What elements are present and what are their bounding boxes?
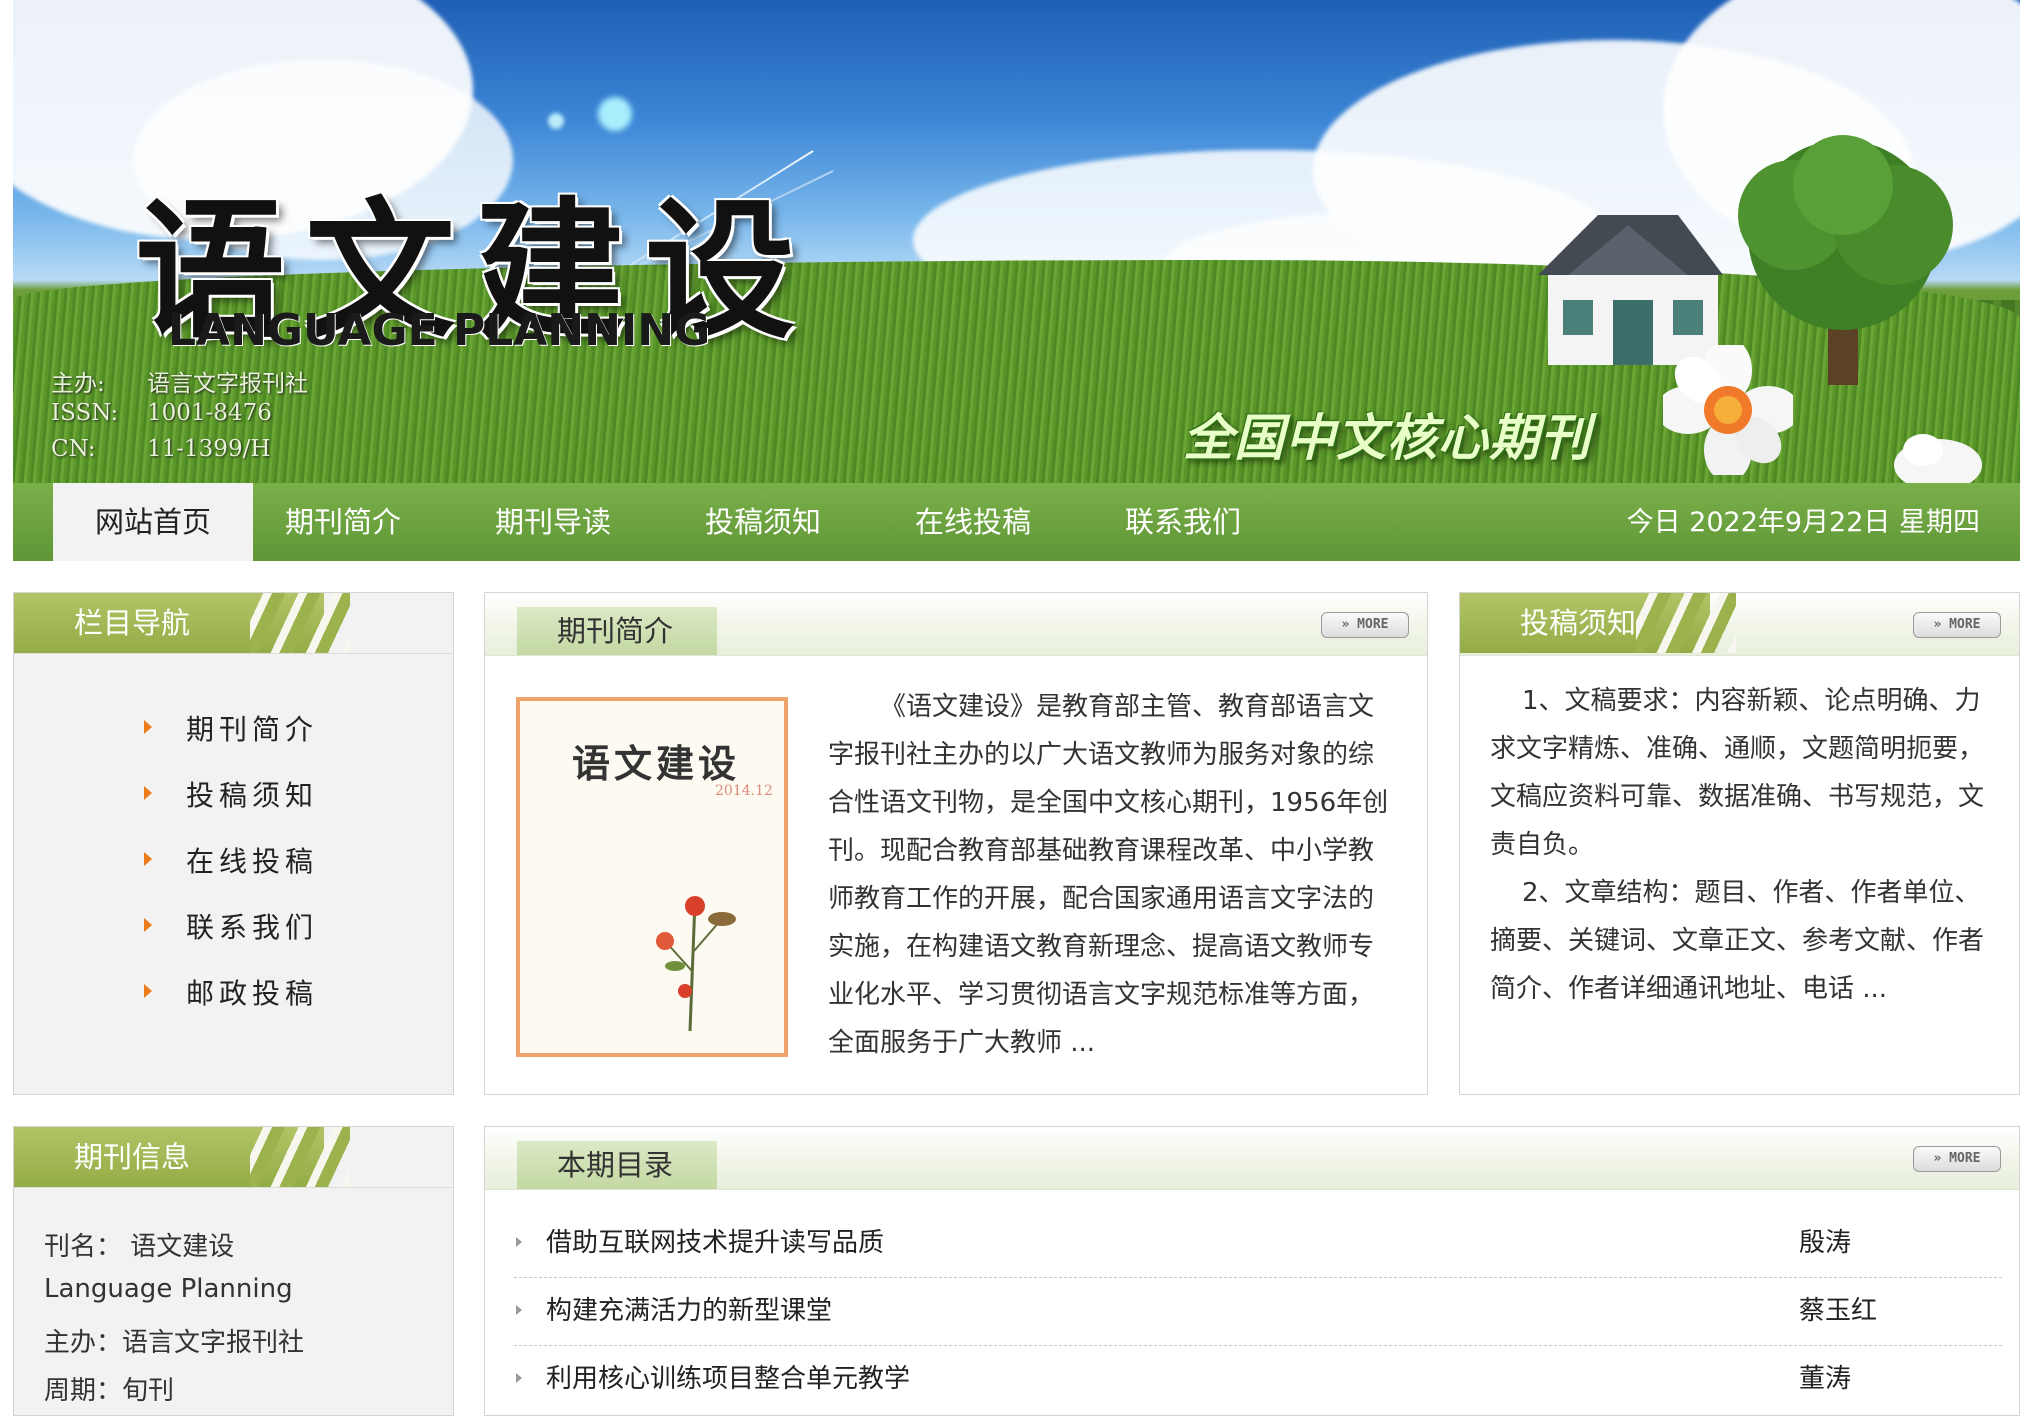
journal-name-line: 刊名： 语文建设 [44, 1232, 235, 1262]
journal-english-name-line: Language Planning [44, 1274, 293, 1304]
journal-intro-more-button[interactable]: » MORE [1321, 612, 1409, 638]
nav-online-submission[interactable]: 在线投稿 [893, 483, 1053, 561]
toc-row: 构建充满活力的新型课堂 蔡玉红 [514, 1278, 2002, 1346]
sidebar-item-journal-intro[interactable]: 期刊简介 [144, 708, 318, 748]
flower-decoration [1894, 434, 1982, 483]
submission-notes-panel: 投稿须知 » MORE 1、文稿要求：内容新颖、论点明确、力求文字精炼、准确、通… [1459, 592, 2020, 1095]
journal-intro-title: 期刊简介 [557, 614, 674, 648]
sidebar-item-submission-notes[interactable]: 投稿须知 [144, 774, 318, 814]
core-journal-slogan: 全国中文核心期刊 [1183, 409, 1591, 467]
toc-article-title[interactable]: 利用核心训练项目整合单元教学 [546, 1346, 910, 1413]
submission-requirement-text: 1、文稿要求：内容新颖、论点明确、力求文字精炼、准确、通顺，文题简明扼要，文稿应… [1490, 686, 1985, 860]
toc-article-author: 董涛 [1799, 1364, 1852, 1394]
bullet-icon [516, 1305, 522, 1315]
sidebar-nav-title: 栏目导航 [74, 606, 191, 640]
cover-issue: 2014.12 [715, 783, 773, 799]
toc-article-title[interactable]: 借助互联网技术提升读写品质 [546, 1210, 884, 1277]
journal-sponsor-line: 主办：语言文字报刊社 [44, 1328, 305, 1358]
bullet-icon [516, 1237, 522, 1247]
journal-info-header: 期刊信息 [14, 1127, 350, 1187]
header-banner: 语文建设 LANGUAGE PLANNING 主办: 语言文字报刊社 ISSN: 1… [13, 0, 2020, 483]
toc-more-button[interactable]: » MORE [1913, 1146, 2001, 1172]
cover-flower-illustration [656, 896, 736, 1031]
nav-contact[interactable]: 联系我们 [1103, 483, 1263, 561]
article-structure-text: 2、文章结构：题目、作者、作者单位、摘要、关键词、文章正文、参考文献、作者简介、… [1490, 878, 1985, 1004]
site-logo-english: LANGUAGE PLANNING [168, 305, 711, 356]
journal-intro-panel: 期刊简介 » MORE 语文建设 2014.12 《语文建设》是教育部主管、教育… [484, 592, 1428, 1095]
arrow-right-icon [144, 786, 152, 800]
toc-article-title[interactable]: 构建充满活力的新型课堂 [546, 1278, 832, 1345]
nav-submission-notes[interactable]: 投稿须知 [683, 483, 843, 561]
daffodil-flower [1663, 345, 1793, 475]
cover-title: 语文建设 [572, 741, 741, 786]
sidebar-nav-header: 栏目导航 [14, 593, 350, 653]
submission-notes-title: 投稿须知 [1520, 606, 1637, 640]
journal-cover-image[interactable]: 语文建设 2014.12 [516, 697, 788, 1057]
journal-info-title: 期刊信息 [74, 1140, 191, 1174]
submission-notes-header: 投稿须知 [1460, 593, 1736, 653]
toc-article-author: 蔡玉红 [1799, 1296, 1878, 1326]
toc-header: 本期目录 [517, 1141, 717, 1189]
nav-home[interactable]: 网站首页 [53, 483, 253, 561]
sidebar-item-contact[interactable]: 联系我们 [144, 906, 318, 946]
sidebar-item-postal-submission[interactable]: 邮政投稿 [144, 972, 318, 1012]
nav-journal-guide[interactable]: 期刊导读 [473, 483, 633, 561]
submission-notes-more-button[interactable]: » MORE [1913, 612, 2001, 638]
current-date: 今日 2022年9月22日 星期四 [1626, 507, 1980, 538]
journal-info-panel: 期刊信息 刊名： 语文建设 Language Planning 主办：语言文字报… [13, 1126, 454, 1416]
sidebar-item-online-submission[interactable]: 在线投稿 [144, 840, 318, 880]
arrow-right-icon [144, 852, 152, 866]
journal-intro-text: 《语文建设》是教育部主管、教育部语言文字报刊社主办的以广大语文教师为服务对象的综… [828, 692, 1389, 1058]
arrow-right-icon [144, 984, 152, 998]
toc-article-author: 殷涛 [1799, 1228, 1852, 1258]
sidebar-nav-panel: 栏目导航 期刊简介 投稿须知 在线投稿 联系我们 邮政投稿 [13, 592, 454, 1095]
cn-line: CN: 11-1399/H [51, 436, 271, 462]
arrow-right-icon [144, 918, 152, 932]
issn-line: ISSN: 1001-8476 [51, 400, 272, 426]
nav-journal-intro[interactable]: 期刊简介 [263, 483, 423, 561]
toc-row: 利用核心训练项目整合单元教学 董涛 [514, 1346, 2002, 1413]
journal-intro-header: 期刊简介 [517, 607, 717, 655]
toc-row: 借助互联网技术提升读写品质 殷涛 [514, 1210, 2002, 1278]
journal-frequency-line: 周期：旬刊 [44, 1376, 175, 1406]
arrow-right-icon [144, 720, 152, 734]
bullet-icon [516, 1373, 522, 1383]
toc-title: 本期目录 [557, 1148, 674, 1182]
main-nav: 网站首页 期刊简介 期刊导读 投稿须知 在线投稿 联系我们 今日 2022年9月… [13, 483, 2020, 561]
sponsor-line: 主办: 语言文字报刊社 [51, 371, 308, 397]
house-illustration [1538, 215, 1723, 365]
